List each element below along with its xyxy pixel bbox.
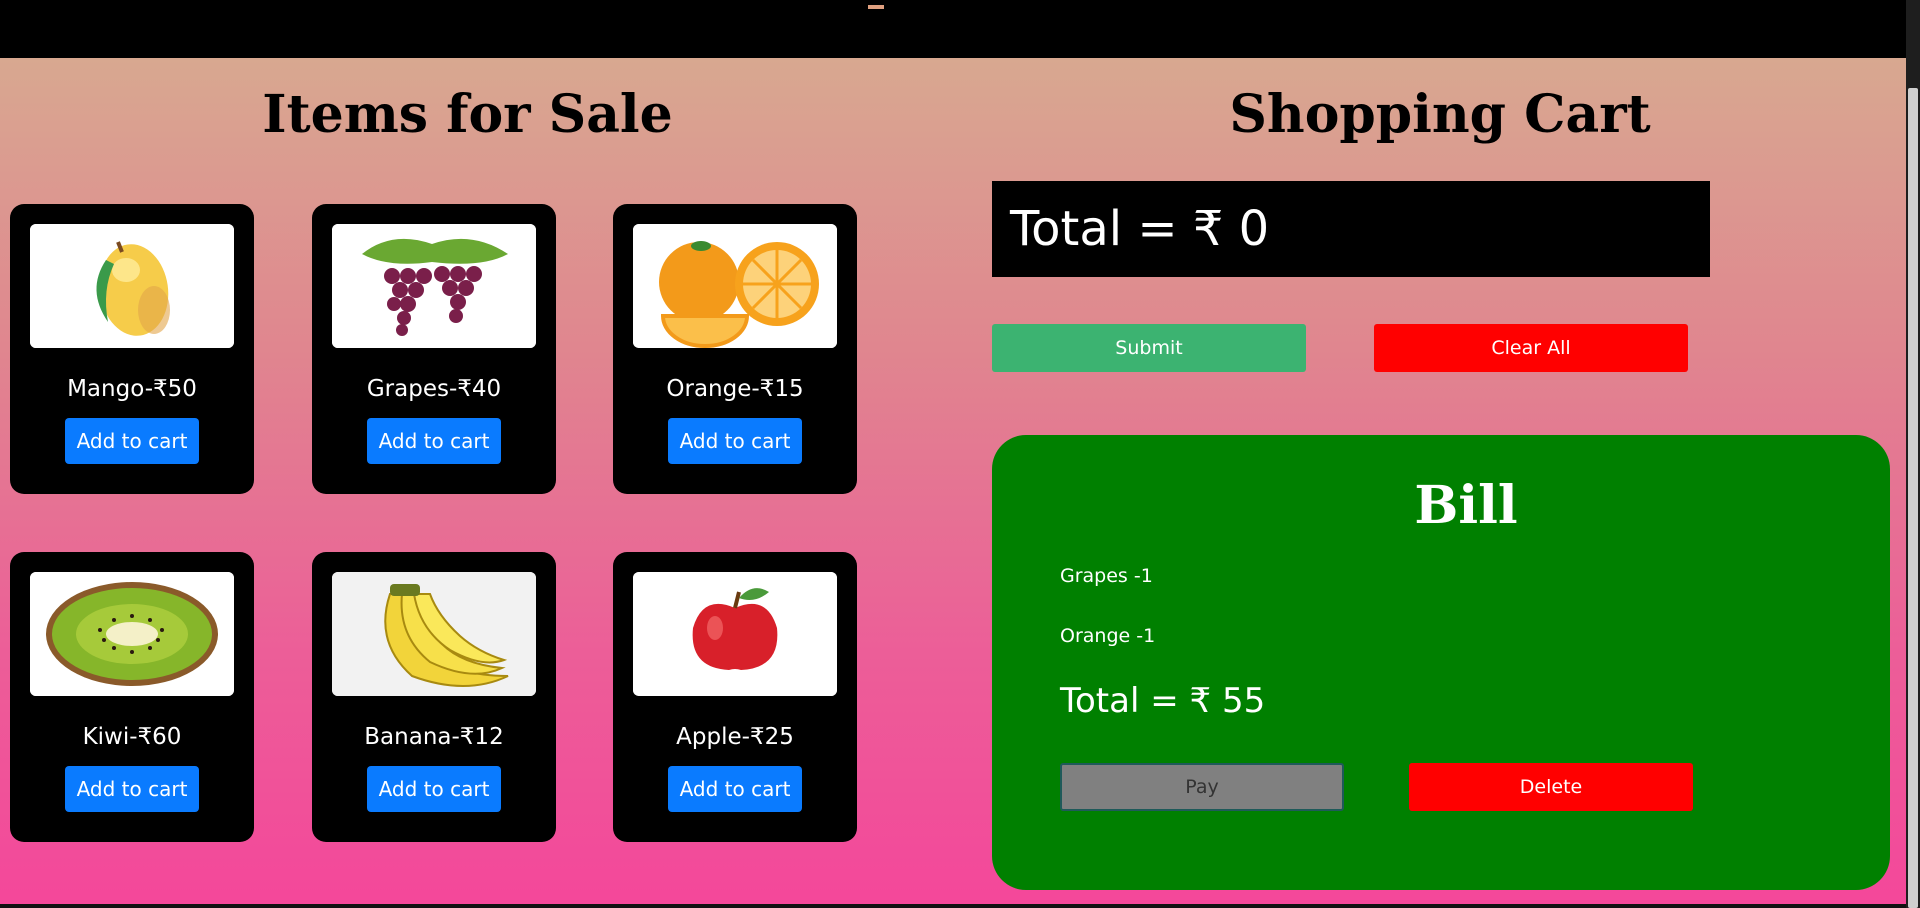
- product-label: Orange-₹15: [666, 376, 804, 402]
- scrollbar[interactable]: [1906, 0, 1920, 908]
- grapes-icon: [332, 224, 536, 348]
- bill-line-item: Grapes -1: [1060, 565, 1153, 587]
- bill-title: Bill: [1414, 475, 1518, 536]
- delete-button[interactable]: Delete: [1409, 763, 1693, 811]
- product-label: Banana-₹12: [364, 724, 504, 750]
- bottom-edge: [0, 904, 1906, 908]
- cart-total-display: Total = ₹ 0: [992, 181, 1710, 277]
- product-label: Grapes-₹40: [366, 376, 502, 402]
- product-card-grapes: Grapes-₹40 Add to cart: [312, 204, 556, 494]
- add-to-cart-button-banana[interactable]: Add to cart: [367, 766, 501, 812]
- product-label: Apple-₹25: [676, 724, 794, 750]
- submit-button[interactable]: Submit: [992, 324, 1306, 372]
- top-bar: [0, 0, 1920, 58]
- product-card-mango: Mango-₹50 Add to cart: [10, 204, 254, 494]
- kiwi-icon: [30, 572, 234, 696]
- product-label: Mango-₹50: [67, 376, 197, 402]
- add-to-cart-button-orange[interactable]: Add to cart: [668, 418, 802, 464]
- product-card-orange: Orange-₹15 Add to cart: [613, 204, 857, 494]
- add-to-cart-button-kiwi[interactable]: Add to cart: [65, 766, 199, 812]
- clear-all-button[interactable]: Clear All: [1374, 324, 1688, 372]
- add-to-cart-button-apple[interactable]: Add to cart: [668, 766, 802, 812]
- mango-icon: [30, 224, 234, 348]
- scrollbar-thumb[interactable]: [1908, 88, 1918, 908]
- top-bar-marker: [868, 5, 884, 9]
- product-card-kiwi: Kiwi-₹60 Add to cart: [10, 552, 254, 842]
- orange-icon: [633, 224, 837, 348]
- bill-line-item: Orange -1: [1060, 625, 1156, 647]
- bill-panel: Bill Grapes -1 Orange -1 Total = ₹ 55 Pa…: [992, 435, 1890, 890]
- banana-icon: [332, 572, 536, 696]
- add-to-cart-button-grapes[interactable]: Add to cart: [367, 418, 501, 464]
- bill-total: Total = ₹ 55: [1060, 681, 1266, 721]
- product-label: Kiwi-₹60: [82, 724, 182, 750]
- items-section-title: Items for Sale: [262, 84, 673, 145]
- product-card-banana: Banana-₹12 Add to cart: [312, 552, 556, 842]
- add-to-cart-button-mango[interactable]: Add to cart: [65, 418, 199, 464]
- shopping-cart-title: Shopping Cart: [1229, 84, 1651, 145]
- apple-icon: [633, 572, 837, 696]
- pay-button[interactable]: Pay: [1060, 763, 1344, 811]
- product-card-apple: Apple-₹25 Add to cart: [613, 552, 857, 842]
